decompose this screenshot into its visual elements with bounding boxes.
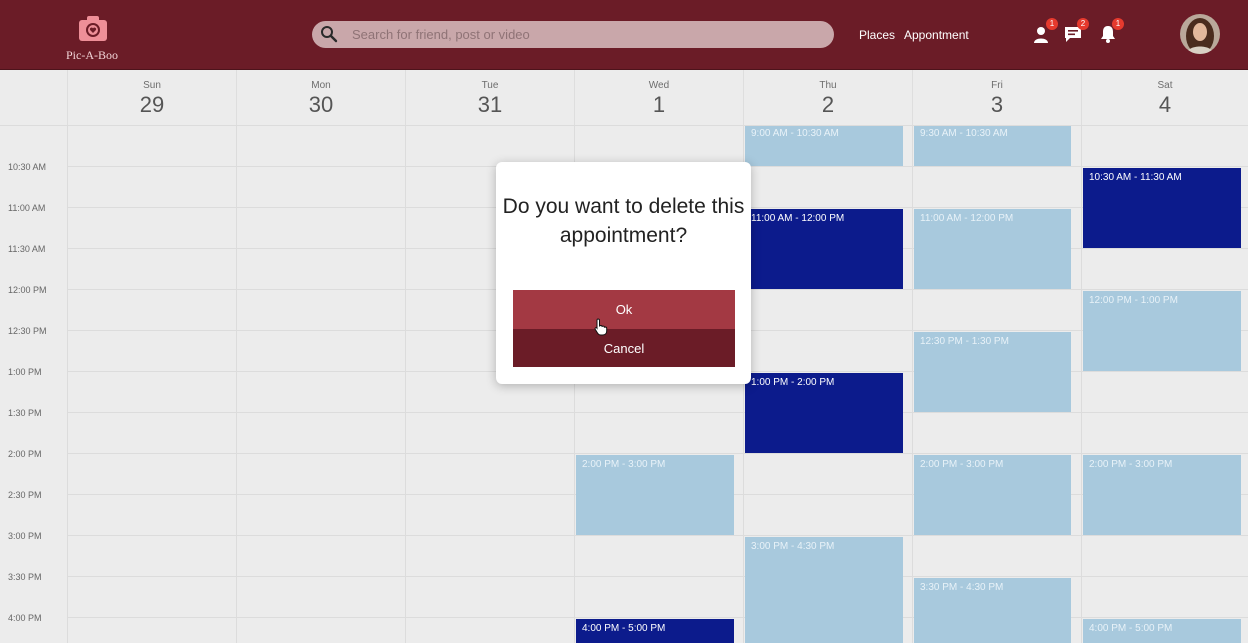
- time-label: 10:30 AM: [8, 162, 47, 172]
- day-number: 2: [821, 92, 835, 117]
- day-number: 31: [477, 92, 503, 117]
- day-name: Tue: [481, 80, 499, 91]
- appointment-event[interactable]: 1:00 PM - 2:00 PM: [745, 373, 903, 453]
- appointment-event[interactable]: 11:00 AM - 12:00 PM: [745, 209, 903, 289]
- appointment-event[interactable]: 9:00 AM - 10:30 AM: [745, 126, 903, 166]
- day-number: 29: [139, 92, 165, 117]
- avatar-image: [1180, 14, 1220, 54]
- day-number: 3: [990, 92, 1004, 117]
- grid-column-line: [405, 126, 406, 643]
- appointment-event[interactable]: 4:00 PM - 5:00 PM: [1083, 619, 1241, 643]
- messages-badge: 2: [1077, 18, 1089, 30]
- search-bar[interactable]: [312, 21, 834, 48]
- day-header-sun[interactable]: Sun 29: [67, 70, 236, 126]
- nav-appointment-link[interactable]: Appontment: [904, 28, 969, 42]
- app-window: Pic-A-Boo Places Appontment 1 2: [0, 0, 1248, 643]
- top-bar: Pic-A-Boo Places Appontment 1 2: [0, 0, 1248, 70]
- time-label: 12:30 PM: [8, 326, 47, 336]
- time-label: 2:00 PM: [8, 449, 42, 459]
- day-name: Wed: [648, 80, 670, 91]
- notifications-badge: 1: [1112, 18, 1124, 30]
- logo-text: Pic-A-Boo: [66, 48, 118, 62]
- day-number: 30: [308, 92, 334, 117]
- appointment-event[interactable]: 2:00 PM - 3:00 PM: [914, 455, 1071, 535]
- grid-column-line: [1081, 126, 1082, 643]
- delete-confirmation-dialog: Do you want to delete this appointment? …: [496, 162, 751, 384]
- time-label: 11:00 AM: [8, 203, 46, 213]
- notifications-button[interactable]: 1: [1098, 18, 1124, 44]
- search-icon: [321, 26, 338, 43]
- time-label: 1:30 PM: [8, 408, 42, 418]
- grid-row-line: [67, 535, 1248, 536]
- appointment-event[interactable]: 10:30 AM - 11:30 AM: [1083, 168, 1241, 248]
- day-name: Thu: [819, 80, 837, 91]
- dialog-title: Do you want to delete this appointment?: [502, 195, 745, 247]
- grid-column-line: [912, 126, 913, 643]
- grid-column-line: [236, 126, 237, 643]
- nav-places-link[interactable]: Places: [859, 28, 895, 42]
- ok-button[interactable]: Ok: [513, 290, 735, 329]
- cancel-button[interactable]: Cancel: [513, 329, 735, 367]
- appointment-event[interactable]: 4:00 PM - 5:00 PM: [576, 619, 734, 643]
- time-label: 4:00 PM: [8, 613, 42, 623]
- day-name: Sat: [1157, 80, 1173, 91]
- search-input[interactable]: [352, 21, 822, 48]
- friend-requests-badge: 1: [1046, 18, 1058, 30]
- day-header-mon[interactable]: Mon 30: [236, 70, 405, 126]
- messages-button[interactable]: 2: [1063, 18, 1089, 44]
- grid-row-line: [67, 576, 1248, 577]
- time-label: 12:00 PM: [8, 285, 47, 295]
- profile-avatar[interactable]: [1180, 14, 1220, 54]
- day-number: 4: [1158, 92, 1172, 117]
- day-header-fri[interactable]: Fri 3: [912, 70, 1081, 126]
- appointment-event[interactable]: 2:00 PM - 3:00 PM: [576, 455, 734, 535]
- time-label: 11:30 AM: [8, 244, 46, 254]
- appointment-event[interactable]: 9:30 AM - 10:30 AM: [914, 126, 1071, 166]
- day-header-sat[interactable]: Sat 4: [1081, 70, 1248, 126]
- appointment-event[interactable]: 11:00 AM - 12:00 PM: [914, 209, 1071, 289]
- day-name: Mon: [311, 80, 331, 91]
- day-header-thu[interactable]: Thu 2: [743, 70, 912, 126]
- camera-icon: [79, 16, 107, 41]
- grid-column-line: [67, 126, 68, 643]
- appointment-event[interactable]: 2:00 PM - 3:00 PM: [1083, 455, 1241, 535]
- time-label: 3:00 PM: [8, 531, 42, 541]
- appointment-event[interactable]: 3:30 PM - 4:30 PM: [914, 578, 1071, 643]
- day-header-wed[interactable]: Wed 1: [574, 70, 743, 126]
- time-label: 2:30 PM: [8, 490, 42, 500]
- time-label: 1:00 PM: [8, 367, 42, 377]
- day-number: 1: [652, 92, 666, 117]
- grid-row-line: [67, 412, 1248, 413]
- grid-row-line: [67, 453, 1248, 454]
- day-header-tue[interactable]: Tue 31: [405, 70, 574, 126]
- logo[interactable]: Pic-A-Boo: [60, 14, 124, 64]
- time-label: 3:30 PM: [8, 572, 42, 582]
- day-name: Fri: [991, 80, 1003, 91]
- appointment-event[interactable]: 12:30 PM - 1:30 PM: [914, 332, 1071, 412]
- hand-cursor-icon: [594, 318, 608, 336]
- friend-requests-button[interactable]: 1: [1032, 18, 1058, 44]
- appointment-event[interactable]: 12:00 PM - 1:00 PM: [1083, 291, 1241, 371]
- day-name: Sun: [143, 80, 161, 91]
- appointment-event[interactable]: 3:00 PM - 4:30 PM: [745, 537, 903, 643]
